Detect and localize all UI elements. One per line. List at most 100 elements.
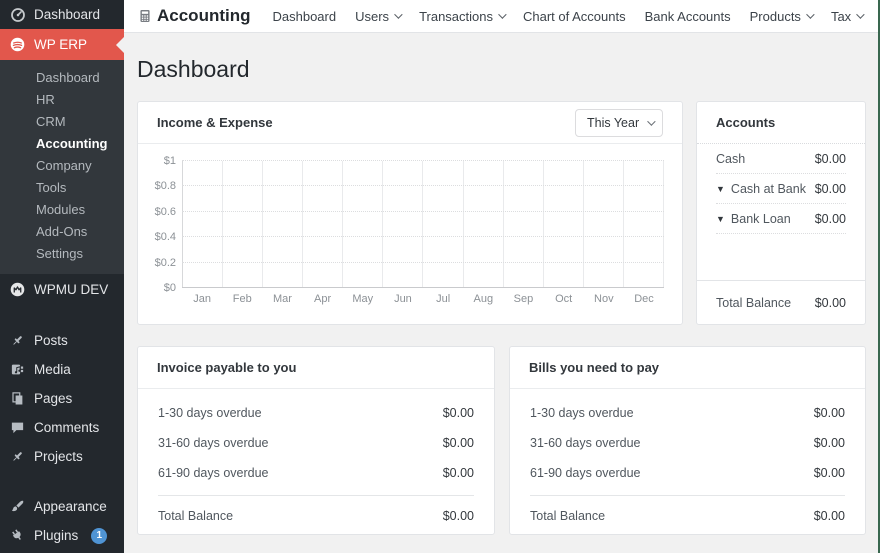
x-tick-label: Dec [634,293,654,305]
sidebar-item-projects[interactable]: Projects [0,442,124,471]
x-tick-label: Jan [193,293,211,305]
sidebar-item-label: Dashboard [34,7,101,22]
chart-month-column [383,161,424,288]
y-tick-label: $0 [163,282,176,294]
accounts-total-row: Total Balance $0.00 [697,280,865,324]
x-tick-label: Sep [513,293,534,305]
invoice-payable-panel: Invoice payable to you 1-30 days overdue… [137,346,495,535]
sidebar-item-wpmu-dev[interactable]: WPMU DEV [0,274,124,305]
admin-sidebar: Dashboard WP ERP Dashboard HR CRM Accoun… [0,0,124,553]
panel-title: Accounts [716,115,776,130]
divider [158,495,474,496]
accounting-topbar: Accounting Dashboard Users Transactions … [124,0,880,33]
sidebar-item-plugins[interactable]: Plugins 1 [0,521,124,550]
chevron-down-icon [647,116,656,126]
sidebar-item-pages[interactable]: Pages [0,384,124,413]
sidebar-item-posts[interactable]: Posts [0,326,124,355]
sidebar-item-wp-erp[interactable]: WP ERP [0,29,124,60]
chart-month-column [263,161,304,288]
submenu-item-settings[interactable]: Settings [0,243,124,265]
y-tick-label: $0.8 [154,180,176,193]
chart-month-column [423,161,464,288]
invoice-total-row: Total Balance $0.00 [158,509,474,523]
account-row-bank-loan[interactable]: ▼ Bank Loan $0.00 [716,204,846,234]
gauge-icon [9,6,26,23]
year-filter-select[interactable]: This Year [575,108,663,137]
gridline [182,236,664,238]
submenu-item-company[interactable]: Company [0,155,124,177]
nav-transactions[interactable]: Transactions [419,9,507,24]
panel-title: Bills you need to pay [529,360,660,375]
expand-caret-icon[interactable]: ▼ [716,184,725,194]
y-tick-label: $0.2 [154,256,176,269]
submenu-item-tools[interactable]: Tools [0,177,124,199]
bills-total-row: Total Balance $0.00 [530,509,845,523]
app-title: Accounting [138,6,251,26]
income-expense-panel: Income & Expense This Year $0 $0.2 $0.4 $0.… [137,101,683,325]
comment-bubble-icon [9,419,26,436]
submenu-item-dashboard[interactable]: Dashboard [0,67,124,89]
x-tick-label: Jul [436,293,451,305]
chevron-down-icon [498,10,507,19]
chevron-down-icon [856,10,865,19]
submenu-item-hr[interactable]: HR [0,89,124,111]
chart-month-column [183,161,224,288]
sidebar-item-label: Plugins [34,528,79,543]
accounts-panel: Accounts Cash $0.00 ▼ Cash at Bank $0.00… [696,101,866,325]
sidebar-item-label: WP ERP [34,37,88,52]
gridline [182,261,664,263]
sidebar-item-dashboard[interactable]: Dashboard [0,0,124,29]
divider [530,495,845,496]
chart-month-column [504,161,544,288]
chart-grid [182,161,664,288]
chart-month-column [464,161,504,288]
chart-month-column [584,161,624,288]
calculator-icon [138,9,152,23]
chart-month-column [624,161,664,288]
nav-chart-of-accounts[interactable]: Chart of Accounts [523,9,626,24]
media-icon [9,361,26,378]
sidebar-item-label: Projects [34,449,83,464]
account-row-cash[interactable]: Cash $0.00 [716,144,846,174]
submenu-item-add-ons[interactable]: Add-Ons [0,221,124,243]
x-tick-label: Aug [473,293,494,305]
aging-row: 61-90 days overdue $0.00 [158,466,474,480]
nav-tax[interactable]: Tax [831,9,865,24]
wp-erp-logo-icon [9,36,26,53]
panel-title: Income & Expense [157,115,273,130]
expand-caret-icon[interactable]: ▼ [716,214,725,224]
account-row-cash-at-bank[interactable]: ▼ Cash at Bank $0.00 [716,174,846,204]
sidebar-separator [0,471,124,492]
nav-products[interactable]: Products [750,9,815,24]
nav-bank-accounts[interactable]: Bank Accounts [645,9,731,24]
chart-ylabels: $0 $0.2 $0.4 $0.6 $0.8 $1 [150,155,180,294]
chart-month-column [303,161,344,288]
aging-row: 1-30 days overdue $0.00 [530,406,845,420]
sidebar-separator [0,305,124,326]
sidebar-item-media[interactable]: Media [0,355,124,384]
nav-users[interactable]: Users [355,9,403,24]
main-content: Accounting Dashboard Users Transactions … [124,0,880,553]
income-expense-chart: $0 $0.2 $0.4 $0.6 $0.8 $1 Jan Feb Mar Apr May Jun J… [138,144,682,305]
chart-month-column [343,161,384,288]
chart-month-column [223,161,264,288]
chevron-down-icon [394,10,403,19]
chart-x-axis [182,287,664,288]
aging-row: 31-60 days overdue $0.00 [158,436,474,450]
year-filter-value: This Year [587,115,640,130]
submenu-item-modules[interactable]: Modules [0,199,124,221]
submenu-item-crm[interactable]: CRM [0,111,124,133]
accounting-nav: Dashboard Users Transactions Chart of Ac… [273,9,880,24]
pushpin-icon [9,448,26,465]
sidebar-item-appearance[interactable]: Appearance [0,492,124,521]
pages-icon [9,390,26,407]
bills-to-pay-panel: Bills you need to pay 1-30 days overdue … [509,346,866,535]
panel-title: Invoice payable to you [157,360,297,375]
submenu-item-accounting[interactable]: Accounting [0,133,124,155]
x-tick-label: Oct [555,293,573,305]
sidebar-item-comments[interactable]: Comments [0,413,124,442]
plugins-update-badge: 1 [91,527,108,544]
wpmu-dev-logo-icon [9,281,26,298]
nav-dashboard[interactable]: Dashboard [273,9,337,24]
chevron-down-icon [806,10,815,19]
